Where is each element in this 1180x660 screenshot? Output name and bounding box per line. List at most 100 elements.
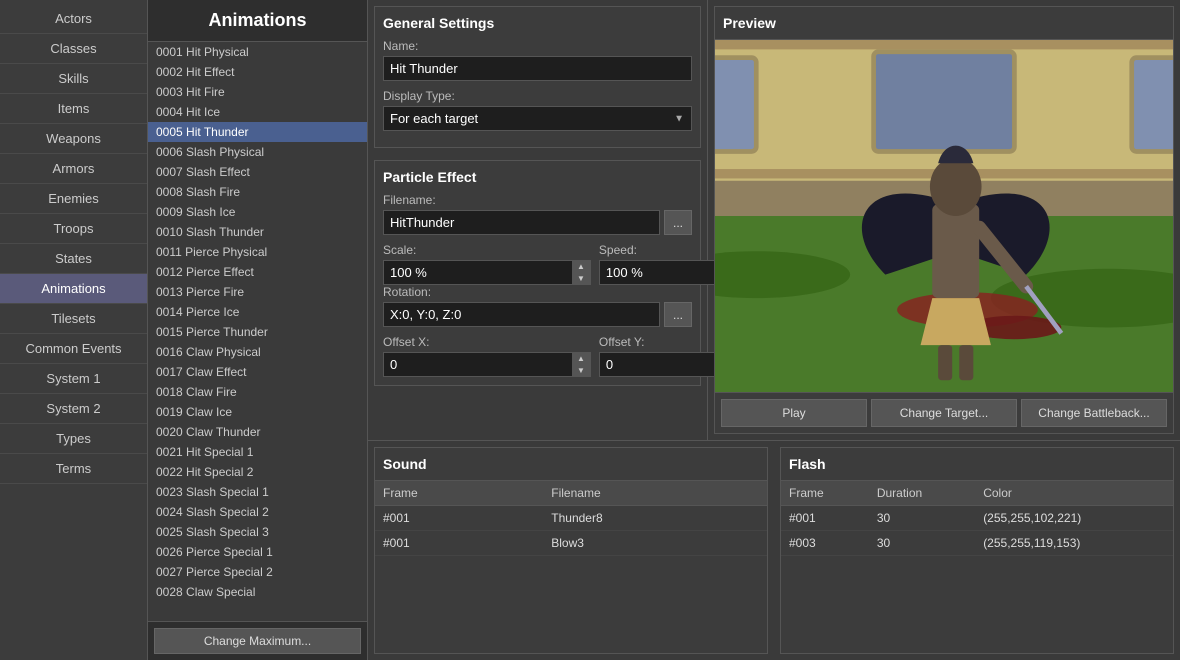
table-row[interactable]: #001Blow3 [375, 531, 767, 556]
list-item[interactable]: 0021 Hit Special 1 [148, 442, 367, 462]
play-button[interactable]: Play [721, 399, 867, 427]
preview-image [715, 40, 1173, 392]
animation-list-panel: Animations 0001 Hit Physical0002 Hit Eff… [148, 0, 368, 660]
sound-table-header: Frame Filename [375, 481, 767, 506]
rotation-input[interactable] [383, 302, 660, 327]
sidebar-item-system1[interactable]: System 1 [0, 364, 147, 394]
list-item[interactable]: 0024 Slash Special 2 [148, 502, 367, 522]
sidebar-item-tilesets[interactable]: Tilesets [0, 304, 147, 334]
sound-table: Frame Filename #001Thunder8#001Blow3 [375, 481, 767, 556]
sidebar-item-types[interactable]: Types [0, 424, 147, 454]
sound-panel: Sound Frame Filename #001Thunder8#001Blo… [374, 447, 768, 654]
sidebar-item-classes[interactable]: Classes [0, 34, 147, 64]
name-input[interactable] [383, 56, 692, 81]
list-item[interactable]: 0009 Slash Ice [148, 202, 367, 222]
list-item[interactable]: 0005 Hit Thunder [148, 122, 367, 142]
scale-up-button[interactable]: ▲ [572, 261, 590, 273]
scale-group: Scale: ▲ ▼ [383, 243, 591, 285]
list-item[interactable]: 0007 Slash Effect [148, 162, 367, 182]
offset-row: Offset X: ▲ ▼ Offset Y: [383, 335, 692, 377]
sidebar-item-armors[interactable]: Armors [0, 154, 147, 184]
scale-input[interactable] [384, 261, 572, 284]
offset-x-up-button[interactable]: ▲ [572, 353, 590, 365]
flash-panel: Flash Frame Duration Color #00130(255,25… [780, 447, 1174, 654]
list-item[interactable]: 0001 Hit Physical [148, 42, 367, 62]
flash-color-header: Color [975, 481, 1173, 506]
change-maximum-button[interactable]: Change Maximum... [154, 628, 361, 654]
sidebar-item-skills[interactable]: Skills [0, 64, 147, 94]
name-label: Name: [383, 39, 692, 53]
offset-x-group: Offset X: ▲ ▼ [383, 335, 591, 377]
table-row[interactable]: #00130(255,255,102,221) [781, 506, 1173, 531]
sound-filename-header: Filename [543, 481, 767, 506]
scale-speed-row: Scale: ▲ ▼ Speed: [383, 243, 692, 285]
filename-row: ... [383, 210, 692, 235]
list-item[interactable]: 0014 Pierce Ice [148, 302, 367, 322]
list-item[interactable]: 0027 Pierce Special 2 [148, 562, 367, 582]
sidebar-item-troops[interactable]: Troops [0, 214, 147, 244]
content-area: General Settings Name: Display Type: For… [368, 0, 1180, 660]
sound-table-body: #001Thunder8#001Blow3 [375, 506, 767, 556]
sidebar-item-terms[interactable]: Terms [0, 454, 147, 484]
sidebar-item-enemies[interactable]: Enemies [0, 184, 147, 214]
sidebar-item-common-events[interactable]: Common Events [0, 334, 147, 364]
offset-x-down-button[interactable]: ▼ [572, 365, 590, 377]
list-item[interactable]: 0023 Slash Special 1 [148, 482, 367, 502]
scale-spinner: ▲ ▼ [383, 260, 591, 285]
sidebar-item-animations[interactable]: Animations [0, 274, 147, 304]
sidebar-item-actors[interactable]: Actors [0, 4, 147, 34]
display-type-wrapper: For each targetFor whole screenFor user [383, 106, 692, 131]
list-item[interactable]: 0020 Claw Thunder [148, 422, 367, 442]
list-footer: Change Maximum... [148, 621, 367, 660]
display-type-select[interactable]: For each targetFor whole screenFor user [383, 106, 692, 131]
preview-panel: Preview [714, 6, 1174, 434]
list-item[interactable]: 0019 Claw Ice [148, 402, 367, 422]
list-item[interactable]: 0004 Hit Ice [148, 102, 367, 122]
list-item[interactable]: 0003 Hit Fire [148, 82, 367, 102]
list-item[interactable]: 0018 Claw Fire [148, 382, 367, 402]
flash-frame-header: Frame [781, 481, 869, 506]
list-item[interactable]: 0022 Hit Special 2 [148, 462, 367, 482]
display-type-label: Display Type: [383, 89, 692, 103]
scale-down-button[interactable]: ▼ [572, 273, 590, 285]
list-item[interactable]: 0012 Pierce Effect [148, 262, 367, 282]
list-item[interactable]: 0028 Claw Special [148, 582, 367, 602]
preview-column: Preview [708, 0, 1180, 440]
sidebar-item-items[interactable]: Items [0, 94, 147, 124]
list-item[interactable]: 0025 Slash Special 3 [148, 522, 367, 542]
flash-table-header: Frame Duration Color [781, 481, 1173, 506]
sidebar-item-states[interactable]: States [0, 244, 147, 274]
list-item[interactable]: 0008 Slash Fire [148, 182, 367, 202]
particle-effect-title: Particle Effect [383, 169, 692, 185]
particle-effect-panel: Particle Effect Filename: ... Scale: ▲ [374, 160, 701, 386]
list-item[interactable]: 0010 Slash Thunder [148, 222, 367, 242]
offset-x-label: Offset X: [383, 335, 591, 349]
sound-frame-header: Frame [375, 481, 543, 506]
list-item[interactable]: 0016 Claw Physical [148, 342, 367, 362]
filename-dots-button[interactable]: ... [664, 210, 692, 235]
table-row[interactable]: #00330(255,255,119,153) [781, 531, 1173, 556]
list-item[interactable]: 0011 Pierce Physical [148, 242, 367, 262]
flash-table: Frame Duration Color #00130(255,255,102,… [781, 481, 1173, 556]
list-item[interactable]: 0006 Slash Physical [148, 142, 367, 162]
flash-duration-header: Duration [869, 481, 975, 506]
list-item[interactable]: 0013 Pierce Fire [148, 282, 367, 302]
scale-label: Scale: [383, 243, 591, 257]
list-item[interactable]: 0026 Pierce Special 1 [148, 542, 367, 562]
filename-input[interactable] [383, 210, 660, 235]
bottom-panels: Sound Frame Filename #001Thunder8#001Blo… [368, 440, 1180, 660]
list-item[interactable]: 0002 Hit Effect [148, 62, 367, 82]
offset-x-input[interactable] [384, 353, 572, 376]
table-row[interactable]: #001Thunder8 [375, 506, 767, 531]
flash-panel-title: Flash [781, 448, 1173, 481]
list-item[interactable]: 0017 Claw Effect [148, 362, 367, 382]
list-item[interactable]: 0015 Pierce Thunder [148, 322, 367, 342]
animation-list-scroll[interactable]: 0001 Hit Physical0002 Hit Effect0003 Hit… [148, 42, 367, 621]
sidebar-item-weapons[interactable]: Weapons [0, 124, 147, 154]
scale-spinner-btns: ▲ ▼ [572, 261, 590, 284]
sidebar-item-system2[interactable]: System 2 [0, 394, 147, 424]
rotation-dots-button[interactable]: ... [664, 302, 692, 327]
change-target-button[interactable]: Change Target... [871, 399, 1017, 427]
change-battleback-button[interactable]: Change Battleback... [1021, 399, 1167, 427]
sound-panel-title: Sound [375, 448, 767, 481]
